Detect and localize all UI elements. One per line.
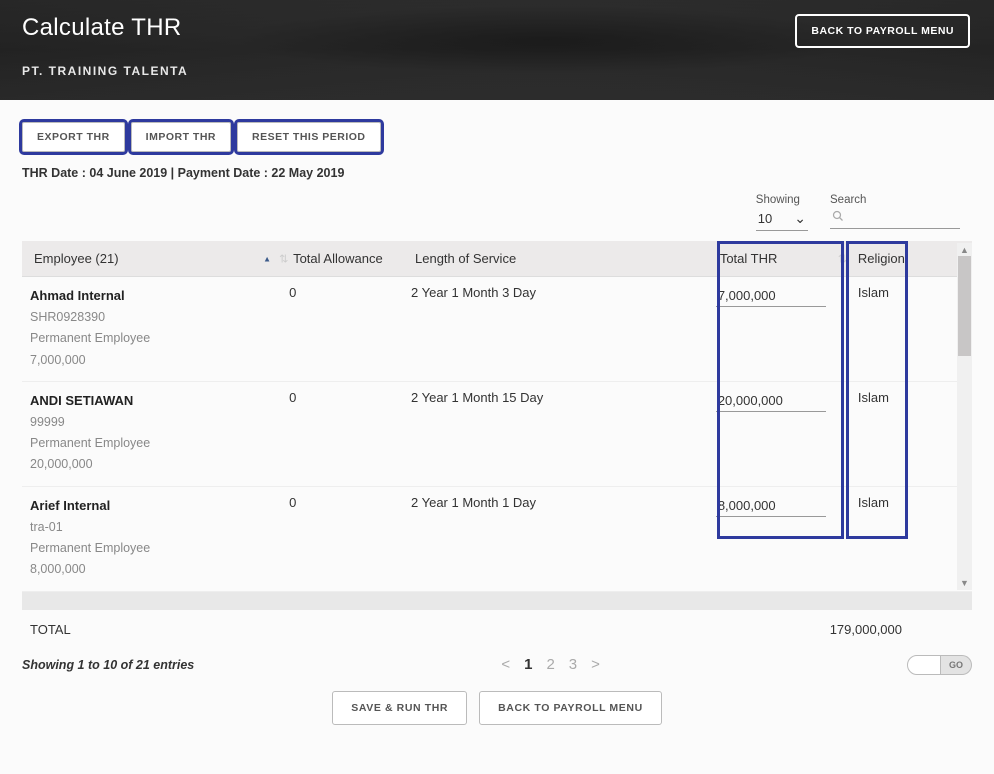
employee-code: SHR0928390: [30, 307, 269, 328]
employee-code: 99999: [30, 412, 269, 433]
thr-cell: [708, 277, 840, 382]
goto-input[interactable]: [907, 655, 941, 675]
back-to-payroll-button-bottom[interactable]: BACK TO PAYROLL MENU: [479, 691, 662, 725]
table-row: Ahmad Internal SHR0928390 Permanent Empl…: [22, 277, 972, 382]
thr-input[interactable]: [716, 495, 826, 517]
employee-type: Permanent Employee: [30, 328, 269, 349]
thr-input[interactable]: [716, 285, 826, 307]
save-run-thr-button[interactable]: SAVE & RUN THR: [332, 691, 467, 725]
total-label: TOTAL: [30, 622, 71, 637]
employee-cell: Ahmad Internal SHR0928390 Permanent Empl…: [22, 277, 281, 382]
bottom-actions: SAVE & RUN THR BACK TO PAYROLL MENU: [0, 691, 994, 743]
page-header: Calculate THR PT. TRAINING TALENTA BACK …: [0, 0, 994, 100]
page-prev[interactable]: <: [501, 656, 510, 673]
employee-cell: Arief Internal tra-01 Permanent Employee…: [22, 486, 281, 591]
thr-cell: [708, 486, 840, 591]
col-religion[interactable]: Religion: [840, 241, 972, 277]
export-thr-button[interactable]: EXPORT THR: [22, 122, 125, 152]
service-cell: 2 Year 1 Month 3 Day: [403, 277, 708, 382]
showing-value: 10: [758, 211, 772, 226]
company-name: PT. TRAINING TALENTA: [22, 64, 188, 78]
allowance-cell: 0: [281, 277, 403, 382]
scrollbar-thumb[interactable]: [958, 256, 971, 356]
action-buttons-row: EXPORT THR IMPORT THR RESET THIS PERIOD: [0, 100, 994, 160]
religion-cell: Islam: [840, 277, 972, 382]
employee-type: Permanent Employee: [30, 433, 269, 454]
service-cell: 2 Year 1 Month 15 Day: [403, 381, 708, 486]
search-label: Search: [830, 194, 960, 206]
employee-table: Employee (21) Total Allowance Length of …: [22, 241, 972, 592]
thr-input[interactable]: [716, 390, 826, 412]
table-controls: Showing 10 ⌄ Search: [0, 194, 994, 241]
employee-amount: 8,000,000: [30, 559, 269, 580]
employee-amount: 20,000,000: [30, 454, 269, 475]
service-cell: 2 Year 1 Month 1 Day: [403, 486, 708, 591]
page-3[interactable]: 3: [569, 656, 577, 673]
employee-name: Arief Internal: [30, 495, 269, 517]
goto-page: GO: [907, 655, 972, 675]
religion-cell: Islam: [840, 381, 972, 486]
showing-label: Showing: [756, 194, 808, 206]
col-employee[interactable]: Employee (21): [22, 241, 281, 277]
pagination: < 123 >: [501, 656, 600, 673]
allowance-cell: 0: [281, 381, 403, 486]
table-row: Arief Internal tra-01 Permanent Employee…: [22, 486, 972, 591]
page-next[interactable]: >: [591, 656, 600, 673]
employee-cell: ANDI SETIAWAN 99999 Permanent Employee 2…: [22, 381, 281, 486]
pagination-row: Showing 1 to 10 of 21 entries < 123 > GO: [22, 655, 972, 675]
col-total-thr[interactable]: Total THR: [708, 241, 840, 277]
import-thr-button[interactable]: IMPORT THR: [131, 122, 231, 152]
thr-cell: [708, 381, 840, 486]
col-service[interactable]: Length of Service: [403, 241, 708, 277]
back-to-payroll-button[interactable]: BACK TO PAYROLL MENU: [795, 14, 970, 48]
page-2[interactable]: 2: [546, 656, 554, 673]
employee-type: Permanent Employee: [30, 538, 269, 559]
employee-name: ANDI SETIAWAN: [30, 390, 269, 412]
scroll-up-icon: ▲: [960, 243, 969, 257]
table-row: ANDI SETIAWAN 99999 Permanent Employee 2…: [22, 381, 972, 486]
search-field-wrap: [830, 208, 960, 229]
page-title: Calculate THR: [22, 14, 188, 42]
thr-dates-info: THR Date : 04 June 2019 | Payment Date :…: [0, 160, 994, 194]
employee-table-wrap: Employee (21) Total Allowance Length of …: [22, 241, 972, 606]
goto-button[interactable]: GO: [941, 655, 972, 675]
religion-cell: Islam: [840, 486, 972, 591]
page-1[interactable]: 1: [524, 656, 532, 673]
search-icon: [832, 210, 844, 225]
chevron-down-icon: ⌄: [794, 210, 806, 227]
search-input[interactable]: [848, 211, 958, 225]
col-allowance[interactable]: Total Allowance: [281, 241, 403, 277]
reset-period-button[interactable]: RESET THIS PERIOD: [237, 122, 381, 152]
scroll-down-icon: ▼: [960, 576, 969, 590]
employee-name: Ahmad Internal: [30, 285, 269, 307]
employee-amount: 7,000,000: [30, 350, 269, 371]
vertical-scrollbar[interactable]: ▲ ▼: [957, 243, 972, 590]
showing-select[interactable]: 10 ⌄: [756, 208, 808, 231]
entries-info: Showing 1 to 10 of 21 entries: [22, 658, 194, 672]
employee-code: tra-01: [30, 517, 269, 538]
allowance-cell: 0: [281, 486, 403, 591]
totals-row: TOTAL 179,000,000: [22, 610, 972, 649]
total-value: 179,000,000: [830, 622, 902, 637]
